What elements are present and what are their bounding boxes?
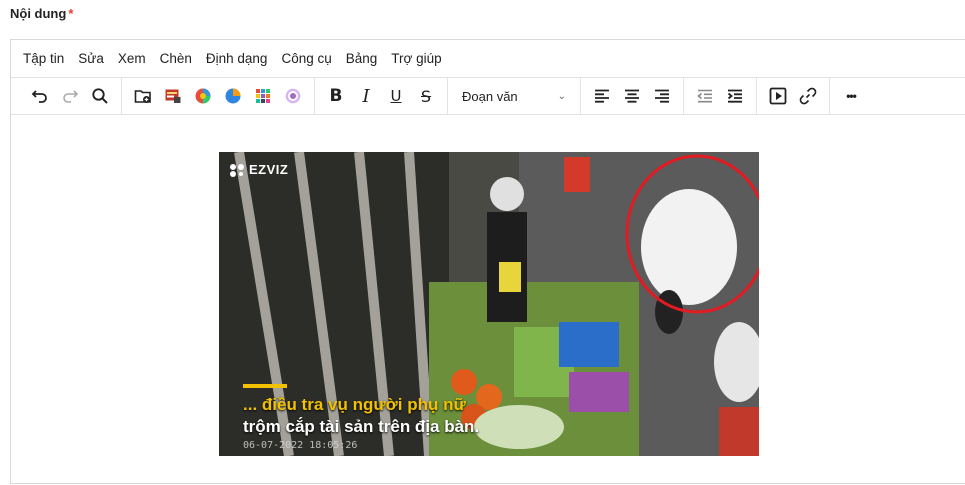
caption-line-1: ... điều tra vụ người phụ nữ <box>243 395 466 414</box>
embedded-video[interactable]: EZVIZ ... điều tra vụ người phụ nữ trộm … <box>219 152 759 456</box>
menu-insert[interactable]: Chèn <box>160 51 192 66</box>
editor-content[interactable]: EZVIZ ... điều tra vụ người phụ nữ trộm … <box>11 115 965 485</box>
rich-text-editor: Tập tin Sửa Xem Chèn Định dạng Công cụ B… <box>10 39 965 484</box>
align-left-icon[interactable] <box>587 81 617 111</box>
caption-line-2: trộm cắp tài sản trên địa bàn. <box>243 417 480 436</box>
menu-view[interactable]: Xem <box>118 51 146 66</box>
menu-format[interactable]: Định dạng <box>206 51 268 66</box>
undo-icon[interactable] <box>25 81 55 111</box>
field-label-text: Nội dung <box>10 6 67 21</box>
video-caption: ... điều tra vụ người phụ nữ trộm cắp tà… <box>243 384 479 438</box>
search-icon[interactable] <box>85 81 115 111</box>
outdent-icon[interactable] <box>690 81 720 111</box>
target-icon[interactable] <box>278 81 308 111</box>
block-format-select[interactable]: Đoạn văn ⌄ <box>454 81 574 111</box>
align-center-icon[interactable] <box>617 81 647 111</box>
menu-help[interactable]: Trợ giúp <box>391 51 441 66</box>
block-format-group: Đoạn văn ⌄ <box>448 78 581 114</box>
history-group <box>19 78 122 114</box>
italic-button[interactable]: I <box>351 81 381 111</box>
indent-icon[interactable] <box>720 81 750 111</box>
caption-bar <box>243 384 287 388</box>
media-play-icon[interactable] <box>763 81 793 111</box>
text-format-group: B I U S <box>315 78 448 114</box>
strikethrough-button[interactable]: S <box>411 81 441 111</box>
editor-toolbar: B I U S Đoạn văn ⌄ ••• <box>11 78 965 115</box>
menu-file[interactable]: Tập tin <box>23 51 64 66</box>
pie-chart-icon[interactable] <box>218 81 248 111</box>
more-options-button[interactable]: ••• <box>836 81 866 111</box>
menu-tools[interactable]: Công cụ <box>281 51 331 66</box>
indent-group <box>684 78 757 114</box>
grid-icon[interactable] <box>248 81 278 111</box>
ezviz-logo: EZVIZ <box>229 162 288 177</box>
required-mark: * <box>68 6 74 21</box>
chart-icon[interactable] <box>188 81 218 111</box>
more-group: ••• <box>830 78 872 114</box>
chevron-down-icon: ⌄ <box>557 90 566 102</box>
insert-media-folder-icon[interactable] <box>128 81 158 111</box>
media-group <box>122 78 315 114</box>
logo-text: EZVIZ <box>249 162 289 177</box>
redo-icon[interactable] <box>55 81 85 111</box>
align-right-icon[interactable] <box>647 81 677 111</box>
menu-edit[interactable]: Sửa <box>78 51 104 66</box>
underline-button[interactable]: U <box>381 81 411 111</box>
link-icon[interactable] <box>793 81 823 111</box>
ezviz-logo-mark <box>230 163 244 177</box>
insert-group <box>757 78 830 114</box>
menu-table[interactable]: Bảng <box>346 51 378 66</box>
video-timestamp: 06-07-2022 18:05:26 <box>243 440 358 451</box>
bold-button[interactable]: B <box>321 81 351 111</box>
block-format-value: Đoạn văn <box>462 88 518 104</box>
media-library-icon[interactable] <box>158 81 188 111</box>
align-group <box>581 78 684 114</box>
field-label: Nội dung * <box>10 6 73 21</box>
editor-menubar: Tập tin Sửa Xem Chèn Định dạng Công cụ B… <box>11 40 965 78</box>
